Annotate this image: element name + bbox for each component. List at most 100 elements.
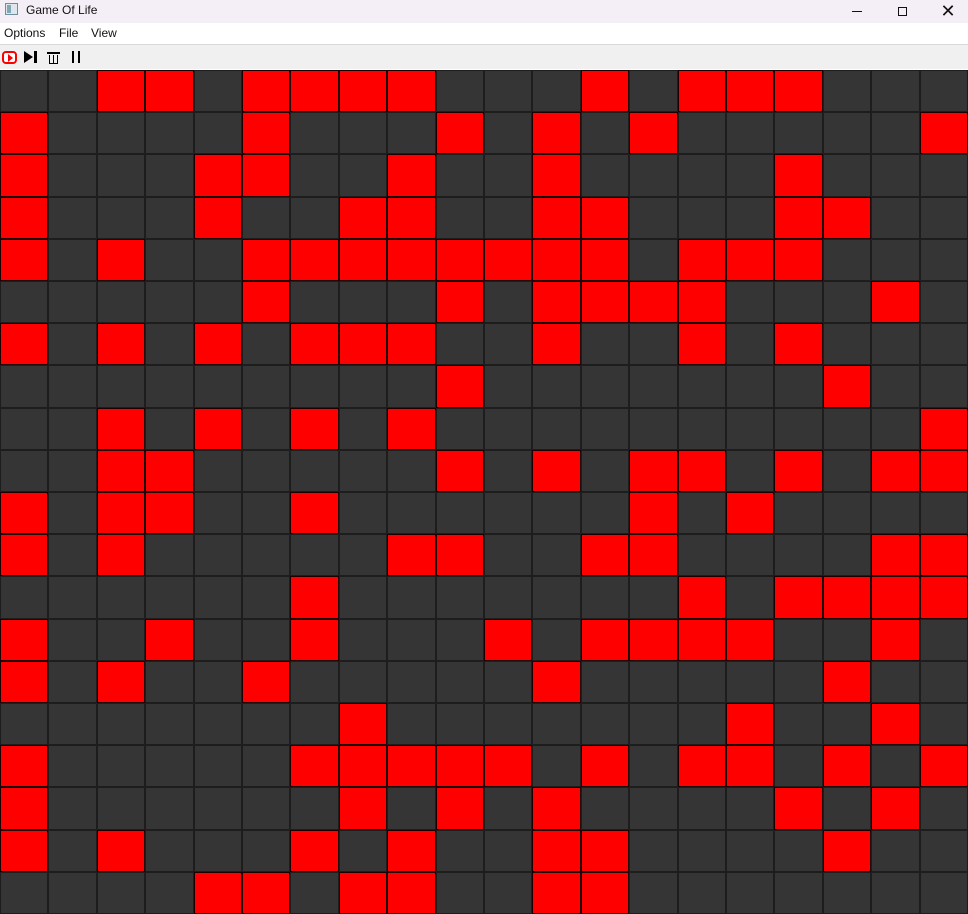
grid-cell[interactable]: [145, 703, 194, 745]
grid-cell[interactable]: [774, 534, 823, 576]
grid-cell[interactable]: [532, 534, 581, 576]
grid-cell[interactable]: [581, 70, 629, 112]
grid-cell[interactable]: [436, 830, 484, 872]
grid-cell[interactable]: [920, 239, 968, 281]
grid-cell[interactable]: [629, 576, 678, 619]
grid-cell[interactable]: [726, 323, 774, 365]
grid-cell[interactable]: [0, 112, 48, 154]
menu-view[interactable]: View: [91, 27, 117, 40]
grid-cell[interactable]: [48, 534, 97, 576]
grid-cell[interactable]: [97, 703, 145, 745]
grid-cell[interactable]: [629, 703, 678, 745]
grid-cell[interactable]: [0, 492, 48, 534]
grid-cell[interactable]: [436, 323, 484, 365]
grid-cell[interactable]: [436, 281, 484, 323]
grid-cell[interactable]: [726, 830, 774, 872]
grid-cell[interactable]: [871, 745, 920, 787]
grid-cell[interactable]: [242, 872, 290, 914]
grid-cell[interactable]: [581, 830, 629, 872]
grid-cell[interactable]: [871, 830, 920, 872]
grid-cell[interactable]: [484, 112, 532, 154]
grid-cell[interactable]: [194, 450, 242, 492]
grid-cell[interactable]: [387, 619, 436, 661]
grid-cell[interactable]: [48, 70, 97, 112]
grid-cell[interactable]: [678, 872, 726, 914]
grid-cell[interactable]: [0, 872, 48, 914]
grid-cell[interactable]: [290, 112, 339, 154]
grid-cell[interactable]: [532, 408, 581, 450]
grid-cell[interactable]: [774, 239, 823, 281]
grid-cell[interactable]: [97, 661, 145, 703]
grid-cell[interactable]: [629, 408, 678, 450]
grid-cell[interactable]: [678, 197, 726, 239]
grid-cell[interactable]: [871, 872, 920, 914]
grid-cell[interactable]: [339, 534, 387, 576]
grid-cell[interactable]: [0, 661, 48, 703]
grid-cell[interactable]: [145, 661, 194, 703]
grid-cell[interactable]: [290, 323, 339, 365]
grid-cell[interactable]: [629, 365, 678, 408]
grid-cell[interactable]: [920, 197, 968, 239]
grid-cell[interactable]: [581, 365, 629, 408]
grid-cell[interactable]: [145, 745, 194, 787]
grid-cell[interactable]: [823, 197, 871, 239]
grid-cell[interactable]: [48, 703, 97, 745]
grid-cell[interactable]: [145, 450, 194, 492]
grid-cell[interactable]: [436, 787, 484, 830]
grid-cell[interactable]: [145, 830, 194, 872]
step-forward-button[interactable]: [21, 49, 39, 65]
grid-cell[interactable]: [823, 619, 871, 661]
grid-cell[interactable]: [0, 197, 48, 239]
grid-cell[interactable]: [871, 703, 920, 745]
grid-cell[interactable]: [436, 703, 484, 745]
grid-cell[interactable]: [97, 112, 145, 154]
grid-cell[interactable]: [532, 576, 581, 619]
grid-cell[interactable]: [823, 450, 871, 492]
grid-cell[interactable]: [726, 281, 774, 323]
grid-cell[interactable]: [823, 661, 871, 703]
grid-cell[interactable]: [774, 154, 823, 197]
grid-cell[interactable]: [436, 408, 484, 450]
grid-cell[interactable]: [823, 365, 871, 408]
grid-cell[interactable]: [0, 70, 48, 112]
grid-cell[interactable]: [678, 745, 726, 787]
grid-cell[interactable]: [339, 70, 387, 112]
grid-cell[interactable]: [145, 154, 194, 197]
grid-cell[interactable]: [532, 450, 581, 492]
grid-cell[interactable]: [290, 281, 339, 323]
grid-cell[interactable]: [194, 154, 242, 197]
grid-cell[interactable]: [484, 492, 532, 534]
grid-cell[interactable]: [145, 323, 194, 365]
grid-cell[interactable]: [920, 703, 968, 745]
grid-cell[interactable]: [629, 239, 678, 281]
grid-cell[interactable]: [242, 745, 290, 787]
grid-cell[interactable]: [387, 450, 436, 492]
grid-cell[interactable]: [823, 872, 871, 914]
grid-cell[interactable]: [339, 576, 387, 619]
grid-cell[interactable]: [290, 365, 339, 408]
grid-cell[interactable]: [48, 281, 97, 323]
grid-cell[interactable]: [823, 534, 871, 576]
grid-cell[interactable]: [532, 239, 581, 281]
grid-cell[interactable]: [0, 745, 48, 787]
grid-cell[interactable]: [774, 112, 823, 154]
grid-cell[interactable]: [97, 70, 145, 112]
grid-cell[interactable]: [48, 745, 97, 787]
grid-cell[interactable]: [774, 492, 823, 534]
grid-cell[interactable]: [290, 576, 339, 619]
grid-cell[interactable]: [194, 239, 242, 281]
grid-cell[interactable]: [581, 661, 629, 703]
grid-cell[interactable]: [823, 492, 871, 534]
grid-cell[interactable]: [678, 154, 726, 197]
grid-cell[interactable]: [0, 703, 48, 745]
grid-cell[interactable]: [823, 112, 871, 154]
grid-cell[interactable]: [48, 365, 97, 408]
grid-cell[interactable]: [387, 365, 436, 408]
grid-cell[interactable]: [194, 703, 242, 745]
grid-cell[interactable]: [871, 281, 920, 323]
grid-cell[interactable]: [678, 408, 726, 450]
grid-cell[interactable]: [532, 745, 581, 787]
grid-cell[interactable]: [436, 154, 484, 197]
grid-cell[interactable]: [242, 787, 290, 830]
grid-cell[interactable]: [871, 619, 920, 661]
